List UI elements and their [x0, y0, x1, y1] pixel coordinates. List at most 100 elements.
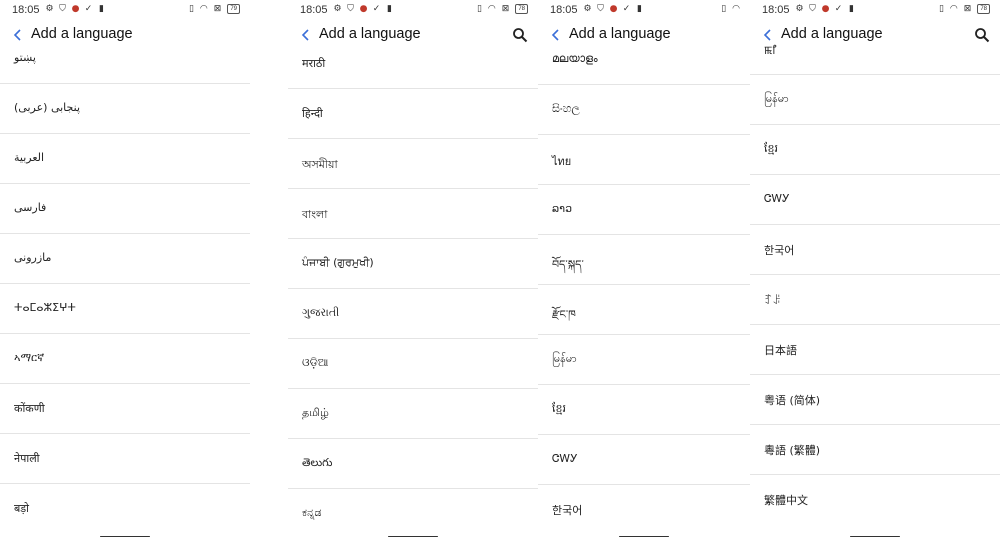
- language-item[interactable]: ខ្មែរ: [750, 125, 1000, 175]
- language-item[interactable]: बड़ो: [0, 484, 250, 534]
- language-item[interactable]: مازرونی: [0, 234, 250, 284]
- no-sim-icon: ⊠: [501, 4, 510, 14]
- language-item[interactable]: ᏣᎳᎩ: [538, 435, 750, 485]
- language-label: बड़ो: [14, 502, 30, 515]
- system-icons: ▯ ◠ ⊠ 78: [939, 4, 990, 14]
- language-label: ᏣᎳᎩ: [764, 192, 790, 205]
- language-item[interactable]: ગુજરાતી: [288, 289, 538, 339]
- language-item[interactable]: বাংলা: [288, 189, 538, 239]
- language-item[interactable]: 粤语 (简体): [750, 375, 1000, 425]
- language-item[interactable]: සිංහල: [538, 85, 750, 135]
- sim-icon: ▮: [637, 4, 642, 14]
- language-label: ꆈꌠ: [764, 294, 782, 307]
- language-item[interactable]: অসমীয়া: [288, 139, 538, 189]
- language-item[interactable]: 繁體中文: [750, 475, 1000, 525]
- vibrate-icon: ▯: [188, 4, 194, 14]
- wifi-icon: ◠: [732, 4, 740, 14]
- language-item[interactable]: ខ្មែរ: [538, 385, 750, 435]
- language-label: ⵜⴰⵎⴰⵣⵉⵖⵜ: [14, 301, 76, 314]
- status-time: 18:05: [300, 4, 328, 16]
- shield-icon: ⛉: [809, 4, 816, 14]
- language-label: မြန်မာ: [764, 92, 789, 105]
- language-item[interactable]: தமிழ்: [288, 389, 538, 439]
- phone-screen: 18:05 ⚙ ⛉ ● ✓ ▮ ▯ ◠ Add a language മലയാള…: [538, 0, 750, 542]
- home-indicator[interactable]: [388, 535, 438, 537]
- language-item[interactable]: ଓଡ଼ିଆ: [288, 339, 538, 389]
- language-item[interactable]: नेपाली: [0, 434, 250, 484]
- notification-icons: ⚙ ⛉ ● ✓ ▮: [583, 4, 644, 14]
- screenshot-collage: 18:05 ⚙ ⛉ ● ✓ ▮ ▯ ◠ ⊠ 79 Add a language …: [0, 0, 1000, 542]
- language-item[interactable]: 한국어: [538, 485, 750, 535]
- language-item[interactable]: ਪੰਜਾਬੀ (ਗੁਰਮੁਖੀ): [288, 239, 538, 289]
- vibrate-icon: ▯: [938, 4, 944, 14]
- notification-icons: ⚙ ⛉ ● ✓ ▮: [795, 4, 856, 14]
- notification-icons: ⚙ ⛉ ● ✓ ▮: [45, 4, 106, 14]
- language-label: 한국어: [764, 244, 795, 257]
- app-notification-icon: ●: [71, 4, 80, 14]
- home-indicator[interactable]: [850, 535, 900, 537]
- phone-screen: 18:05 ⚙ ⛉ ● ✓ ▮ ▯ ◠ ⊠ 79 Add a language …: [0, 0, 250, 542]
- language-label: অসমীয়া: [302, 158, 338, 171]
- language-label: ಕನ್ನಡ: [302, 506, 322, 519]
- sim-icon: ▮: [387, 4, 392, 14]
- language-item[interactable]: پنجابی (عربی): [0, 84, 250, 134]
- language-item[interactable]: 日本語: [750, 325, 1000, 375]
- battery-icon: 79: [227, 4, 240, 14]
- language-item[interactable]: 粵語 (繁體): [750, 425, 1000, 475]
- language-item[interactable]: ⵜⴰⵎⴰⵣⵉⵖⵜ: [0, 284, 250, 334]
- check-icon: ✓: [372, 4, 381, 14]
- status-bar: 18:05 ⚙ ⛉ ● ✓ ▮ ▯ ◠ ⊠ 78: [750, 0, 1000, 20]
- language-item[interactable]: العربية: [0, 134, 250, 184]
- phone-screen: 18:05 ⚙ ⛉ ● ✓ ▮ ▯ ◠ ⊠ 78 Add a language …: [750, 0, 1000, 542]
- language-item[interactable]: 한국어: [750, 225, 1000, 275]
- language-label: ኣማርኛ: [14, 351, 45, 364]
- language-label: తెలుగు: [302, 456, 333, 469]
- language-label: 繁體中文: [764, 494, 808, 507]
- language-label: ខ្មែរ: [552, 402, 566, 415]
- language-label: ਪੰਜਾਬੀ (ਗੁਰਮੁਖੀ): [302, 256, 374, 269]
- language-item[interactable]: فارسی: [0, 184, 250, 234]
- no-sim-icon: ⊠: [213, 4, 222, 14]
- language-item[interactable]: ꆈꌠ: [750, 275, 1000, 325]
- language-item[interactable]: မြန်မာ: [750, 75, 1000, 125]
- language-label: བོད་སྐད་: [552, 258, 584, 271]
- gear-icon: ⚙: [795, 4, 804, 14]
- language-list: ꯃꯤ မြန်မာ ខ្មែរ ᏣᎳᎩ 한국어 ꆈꌠ 日本語 粤语 (简体) 粵…: [750, 25, 1000, 525]
- language-item[interactable]: پښتو: [0, 34, 250, 84]
- wifi-icon: ◠: [487, 4, 496, 14]
- language-label: ᏣᎳᎩ: [552, 452, 578, 465]
- language-label: 日本語: [764, 344, 797, 357]
- language-item[interactable]: བོད་སྐད་: [538, 235, 750, 285]
- language-item[interactable]: ไทย: [538, 135, 750, 185]
- language-item[interactable]: मराठी: [288, 39, 538, 89]
- status-time: 18:05: [12, 4, 40, 16]
- language-item[interactable]: ꯃꯤ: [750, 25, 1000, 75]
- language-item[interactable]: മലയാളം: [538, 35, 750, 85]
- language-item[interactable]: ລາວ: [538, 185, 750, 235]
- language-item[interactable]: ኣማርኛ: [0, 334, 250, 384]
- language-label: ગુજરાતી: [302, 306, 340, 319]
- language-item[interactable]: རྫོང་ཁ: [538, 285, 750, 335]
- language-label: 粤语 (简体): [764, 394, 821, 407]
- language-item[interactable]: ᏣᎳᎩ: [750, 175, 1000, 225]
- battery-icon: 78: [515, 4, 528, 14]
- language-item[interactable]: ಕನ್ನಡ: [288, 489, 538, 539]
- shield-icon: ⛉: [597, 4, 604, 14]
- vibrate-icon: ▯: [721, 4, 727, 14]
- home-indicator[interactable]: [619, 535, 669, 537]
- language-item[interactable]: हिन्दी: [288, 89, 538, 139]
- language-item[interactable]: తెలుగు: [288, 439, 538, 489]
- language-item[interactable]: မြန်မာ: [538, 335, 750, 385]
- sim-icon: ▮: [849, 4, 854, 14]
- sim-icon: ▮: [99, 4, 104, 14]
- shield-icon: ⛉: [59, 4, 66, 14]
- language-label: རྫོང་ཁ: [552, 308, 576, 321]
- language-label: कोंकणी: [14, 402, 45, 415]
- language-label: বাংলা: [302, 208, 328, 221]
- language-label: پنجابی (عربی): [14, 101, 81, 114]
- language-label: नेपाली: [14, 452, 40, 465]
- language-label: मराठी: [302, 57, 326, 70]
- home-indicator[interactable]: [100, 535, 150, 537]
- language-label: مازرونی: [14, 251, 52, 264]
- language-item[interactable]: कोंकणी: [0, 384, 250, 434]
